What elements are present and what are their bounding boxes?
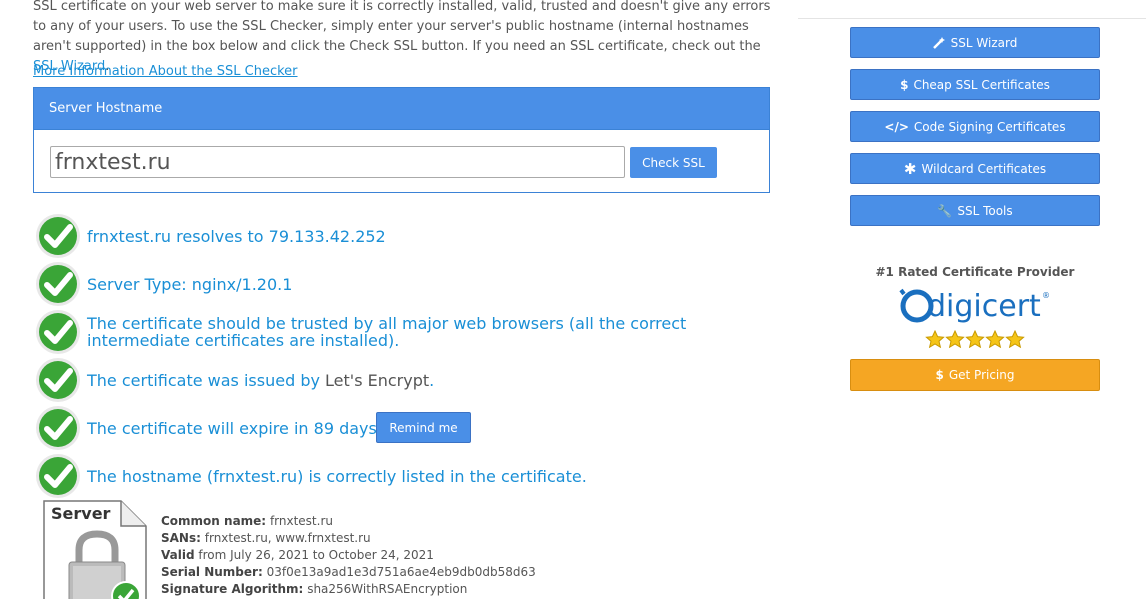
signature-label: Signature Algorithm: [161,582,304,596]
star-icon [945,330,965,348]
digicert-wordmark: digicert [927,289,1041,324]
sans-row: SANs: frnxtest.ru, www.frnxtest.ru [161,530,536,547]
more-info-link[interactable]: More Information About the SSL Checker [33,64,298,79]
serial-row: Serial Number: 03f0e13a9ad1e3d751a6ae4eb… [161,564,536,581]
issuer-name: Let's Encrypt [325,371,430,390]
wildcard-label: Wildcard Certificates [921,161,1047,176]
check-icon [36,406,80,450]
star-icon [985,330,1005,348]
remind-me-button[interactable]: Remind me [376,412,471,443]
result-row-server-type: Server Type: nginx/1.20.1 [35,261,775,307]
star-icon [1005,330,1025,348]
check-icon [36,358,80,402]
valid-row: Valid from July 26, 2021 to October 24, … [161,547,536,564]
result-row-resolve: frnxtest.ru resolves to 79.133.42.252 [35,213,775,259]
hostname-panel: Server Hostname Check SSL [33,87,770,193]
result-row-expiry: The certificate will expire in 89 days. … [35,405,775,451]
issuer-prefix: The certificate was issued by [87,371,320,390]
cheap-ssl-label: Cheap SSL Certificates [913,77,1050,92]
check-icon [36,454,80,498]
intro-text: SSL certificate on your web server to ma… [33,0,771,54]
get-pricing-label: Get Pricing [948,368,1015,382]
sidebar-top-divider [798,0,1146,19]
result-row-trusted: The certificate should be trusted by all… [35,309,775,355]
sans-label: SANs: [161,531,201,545]
code-signing-label: Code Signing Certificates [913,119,1066,134]
ssl-tools-button[interactable]: 🔧 SSL Tools [850,195,1100,226]
code-icon: </> [884,119,909,134]
common-name-row: Common name: frnxtest.ru [161,513,536,530]
magic-wand-icon [932,36,945,49]
signature-value: sha256WithRSAEncryption [307,582,468,596]
certificate-details: Common name: frnxtest.ru SANs: frnxtest.… [161,513,536,598]
valid-label: Valid [161,548,195,562]
result-row-hostname: The hostname (frnxtest.ru) is correctly … [35,453,775,499]
server-label: Server [51,504,111,523]
valid-value: from July 26, 2021 to October 24, 2021 [198,548,434,562]
check-icon [36,262,80,306]
ssl-wizard-button[interactable]: SSL Wizard [850,27,1100,58]
result-text: The certificate was issued by Let's Encr… [87,372,434,389]
sans-value: frnxtest.ru, www.frnxtest.ru [204,531,371,545]
dollar-icon: $ [900,77,909,92]
code-signing-button[interactable]: </> Code Signing Certificates [850,111,1100,142]
hostname-input[interactable] [50,146,625,178]
rating-stars [925,330,1025,348]
panel-header: Server Hostname [34,88,769,130]
result-text: frnxtest.ru resolves to 79.133.42.252 [87,227,386,246]
ssl-tools-label: SSL Tools [957,203,1013,218]
result-text: The hostname (frnxtest.ru) is correctly … [87,467,587,486]
server-certificate-image: Server [43,500,147,599]
result-text: The certificate should be trusted by all… [87,314,687,350]
serial-value: 03f0e13a9ad1e3d751a6ae4eb9db0db58d63 [266,565,536,579]
common-name-value: frnxtest.ru [269,514,333,528]
common-name-label: Common name: [161,514,267,528]
digicert-logo-mark: digicert ® [899,288,1050,324]
star-icon [965,330,985,348]
ssl-wizard-label: SSL Wizard [950,35,1018,50]
asterisk-icon: ✱ [903,159,917,178]
digicert-logo[interactable]: digicert ® [898,286,1054,326]
result-text: The certificate will expire in 89 days. [87,419,382,438]
check-ssl-button[interactable]: Check SSL [630,147,717,178]
result-text: Server Type: nginx/1.20.1 [87,275,293,294]
check-icon [36,310,80,354]
result-row-issuer: The certificate was issued by Let's Encr… [35,357,775,403]
cheap-ssl-button[interactable]: $ Cheap SSL Certificates [850,69,1100,100]
signature-row: Signature Algorithm: sha256WithRSAEncryp… [161,581,536,598]
get-pricing-button[interactable]: $ Get Pricing [850,359,1100,391]
star-icon [925,330,945,348]
rated-provider-text: #1 Rated Certificate Provider [875,265,1075,279]
serial-label: Serial Number: [161,565,263,579]
wildcard-button[interactable]: ✱ Wildcard Certificates [850,153,1100,184]
dollar-icon: $ [935,368,944,382]
issuer-end: . [429,371,435,390]
svg-text:®: ® [1042,291,1050,300]
wrench-icon: 🔧 [937,203,953,218]
check-icon [36,214,80,258]
